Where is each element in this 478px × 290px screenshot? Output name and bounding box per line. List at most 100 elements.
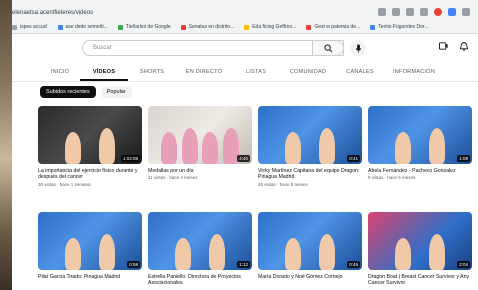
video-card[interactable]: 1:02:08 La importancia del ejercicio físi…	[38, 106, 142, 187]
tab-3[interactable]: EN DIRECTO	[176, 62, 232, 81]
video-duration: 1:12	[237, 261, 250, 268]
video-card[interactable]: 0:58 Pilar Garcia Tirado: Pinagua Madrid	[38, 212, 142, 281]
youtube-header: Buscar	[12, 36, 478, 60]
bookmark-label: Tentio Frigondes Dor...	[378, 24, 429, 30]
video-thumbnail[interactable]: 0:58	[38, 212, 142, 270]
search-button[interactable]	[312, 40, 344, 56]
bookmark-label: ase dede semetti...	[65, 24, 108, 30]
bookmark-favicon-icon	[57, 24, 63, 30]
bookmark-favicon-icon	[306, 24, 312, 30]
bookmark-favicon-icon	[370, 24, 376, 30]
thumbnail-person	[181, 128, 198, 164]
tab-0[interactable]: INICIO	[40, 62, 80, 81]
tab-7[interactable]: INFORMACIÓN	[384, 62, 444, 81]
header-actions	[439, 42, 468, 51]
bookmark-item[interactable]: Tentio Frigondes Dor...	[370, 24, 428, 30]
tab-4[interactable]: LISTAS	[232, 62, 280, 81]
video-meta: 11 vistas · hace 4 meses	[148, 175, 198, 181]
create-video-icon[interactable]	[439, 42, 448, 50]
menu-icon[interactable]	[462, 8, 470, 16]
video-duration: 1:08	[457, 155, 470, 162]
bookmark-favicon-icon	[180, 24, 186, 30]
bookmark-label: Gest w patemia de...	[314, 24, 361, 30]
address-bar[interactable]: elenaetsa.acentfieteres/videos	[12, 7, 93, 19]
bookmark-item[interactable]: ase dede semetti...	[57, 24, 108, 30]
video-thumbnail[interactable]: 4:40	[148, 106, 252, 164]
video-thumbnail[interactable]: 0:45	[258, 212, 362, 270]
search-icon	[323, 43, 332, 52]
browser-toolbar-icons	[378, 8, 470, 16]
video-duration: 4:40	[237, 155, 250, 162]
tab-5[interactable]: COMUNIDAD	[280, 62, 336, 81]
video-card[interactable]: 4:40 Medallas por un día 11 vistas · hace …	[148, 106, 252, 180]
thumbnail-person	[64, 238, 81, 270]
thumbnail-person	[99, 128, 116, 164]
video-duration: 0:58	[127, 261, 140, 268]
tab-1[interactable]: VÍDEOS	[80, 62, 128, 81]
search-input[interactable]: Buscar	[82, 40, 344, 56]
share-icon[interactable]	[392, 8, 400, 16]
bookmark-item[interactable]: ispes accus!	[12, 24, 48, 30]
thumbnail-person	[284, 238, 301, 270]
tabs-spacer	[12, 62, 40, 81]
bookmark-item[interactable]: Tieñarles de Google	[117, 24, 171, 30]
tab-2[interactable]: SHORTS	[128, 62, 176, 81]
video-thumbnail[interactable]: 2:04	[368, 212, 472, 270]
thumbnail-person	[64, 132, 81, 164]
voice-search-button[interactable]	[350, 40, 366, 56]
bookmark-item[interactable]: Gest w patemia de...	[306, 24, 360, 30]
video-card[interactable]: 1:08 Abela Fernández - Pacheco Gonzalez 9 …	[368, 106, 472, 180]
video-title[interactable]: Abela Fernández - Pacheco Gonzalez	[368, 168, 472, 174]
thumbnail-person	[284, 132, 301, 164]
video-meta: 26 vistas · hace 5 meses	[258, 181, 308, 187]
microphone-icon	[355, 43, 361, 53]
video-title[interactable]: La importancia del ejercicio físico dura…	[38, 168, 142, 181]
video-title[interactable]: Vicky Martínez Capitana del equipo Drago…	[258, 168, 362, 181]
video-thumbnail[interactable]: 1:12	[148, 212, 252, 270]
video-card[interactable]: 0:45 María Dorado y Noé Gómez Cornejo	[258, 212, 362, 281]
bookmarks-bar: ispes accus! ase dede semetti... Tieñarles…	[12, 22, 428, 32]
thumbnail-person	[394, 238, 411, 270]
video-title[interactable]: Pilar Garcia Tirado: Pinagua Madrid	[38, 274, 142, 280]
thumbnail-person	[319, 128, 336, 164]
thumbnail-person	[160, 132, 177, 164]
video-meta: 30 vistas · hace 1 semana	[38, 181, 91, 187]
video-title[interactable]: Dragon Boat | Breast Cancer Survivor y A…	[368, 274, 472, 287]
video-card[interactable]: 0:41 Vicky Martínez Capitana del equipo D…	[258, 106, 362, 187]
extension-icon[interactable]	[434, 8, 442, 16]
bookmark-star-icon[interactable]	[406, 8, 414, 16]
bookmark-favicon-icon	[117, 24, 123, 30]
video-card[interactable]: 2:04 Dragon Boat | Breast Cancer Survivor…	[368, 212, 472, 288]
notifications-icon[interactable]	[460, 42, 468, 51]
bookmark-item[interactable]: Senatus en distrito...	[180, 24, 234, 30]
video-thumbnail[interactable]: 1:08	[368, 106, 472, 164]
video-card[interactable]: 1:12 Estrella Paniello: Directora de Proy…	[148, 212, 252, 288]
tab-6[interactable]: CANALES	[336, 62, 384, 81]
video-meta: 9 vistas · hace 5 meses	[368, 175, 416, 181]
bookmark-item[interactable]: Eda ficing Geffreo...	[244, 24, 296, 30]
video-title[interactable]: Estrella Paniello: Directora de Proyecto…	[148, 274, 252, 287]
bookmark-label: ispes accus!	[20, 24, 48, 30]
thumbnail-person	[319, 234, 336, 270]
bookmark-favicon-icon	[244, 24, 250, 30]
video-duration: 1:02:08	[120, 155, 140, 162]
video-title[interactable]: Medallas por un día	[148, 168, 252, 174]
thumbnail-person	[429, 234, 446, 270]
browser-chrome: elenaetsa.acentfieteres/videos ispes acc…	[12, 0, 478, 34]
channel-tabs: INICIO VÍDEOS SHORTS EN DIRECTO LISTAS COMUNI…	[12, 62, 478, 82]
address-url[interactable]: elenaetsa.acentfieteres/videos	[12, 10, 93, 16]
background-desk	[0, 0, 12, 290]
search-placeholder: Buscar	[93, 45, 112, 51]
bookmark-favicon-icon	[12, 24, 17, 30]
filter-chip[interactable]: Subidos recientes	[40, 86, 96, 98]
video-duration: 2:04	[457, 261, 470, 268]
video-thumbnail[interactable]: 0:41	[258, 106, 362, 164]
video-title[interactable]: María Dorado y Noé Gómez Cornejo	[258, 274, 362, 280]
filter-chip[interactable]: Popular	[100, 86, 132, 98]
video-duration: 0:41	[347, 155, 360, 162]
thumbnail-person	[394, 132, 411, 164]
zoom-icon[interactable]	[378, 8, 386, 16]
extensions-icon[interactable]	[420, 8, 428, 16]
video-thumbnail[interactable]: 1:02:08	[38, 106, 142, 164]
profile-icon[interactable]	[448, 8, 456, 16]
